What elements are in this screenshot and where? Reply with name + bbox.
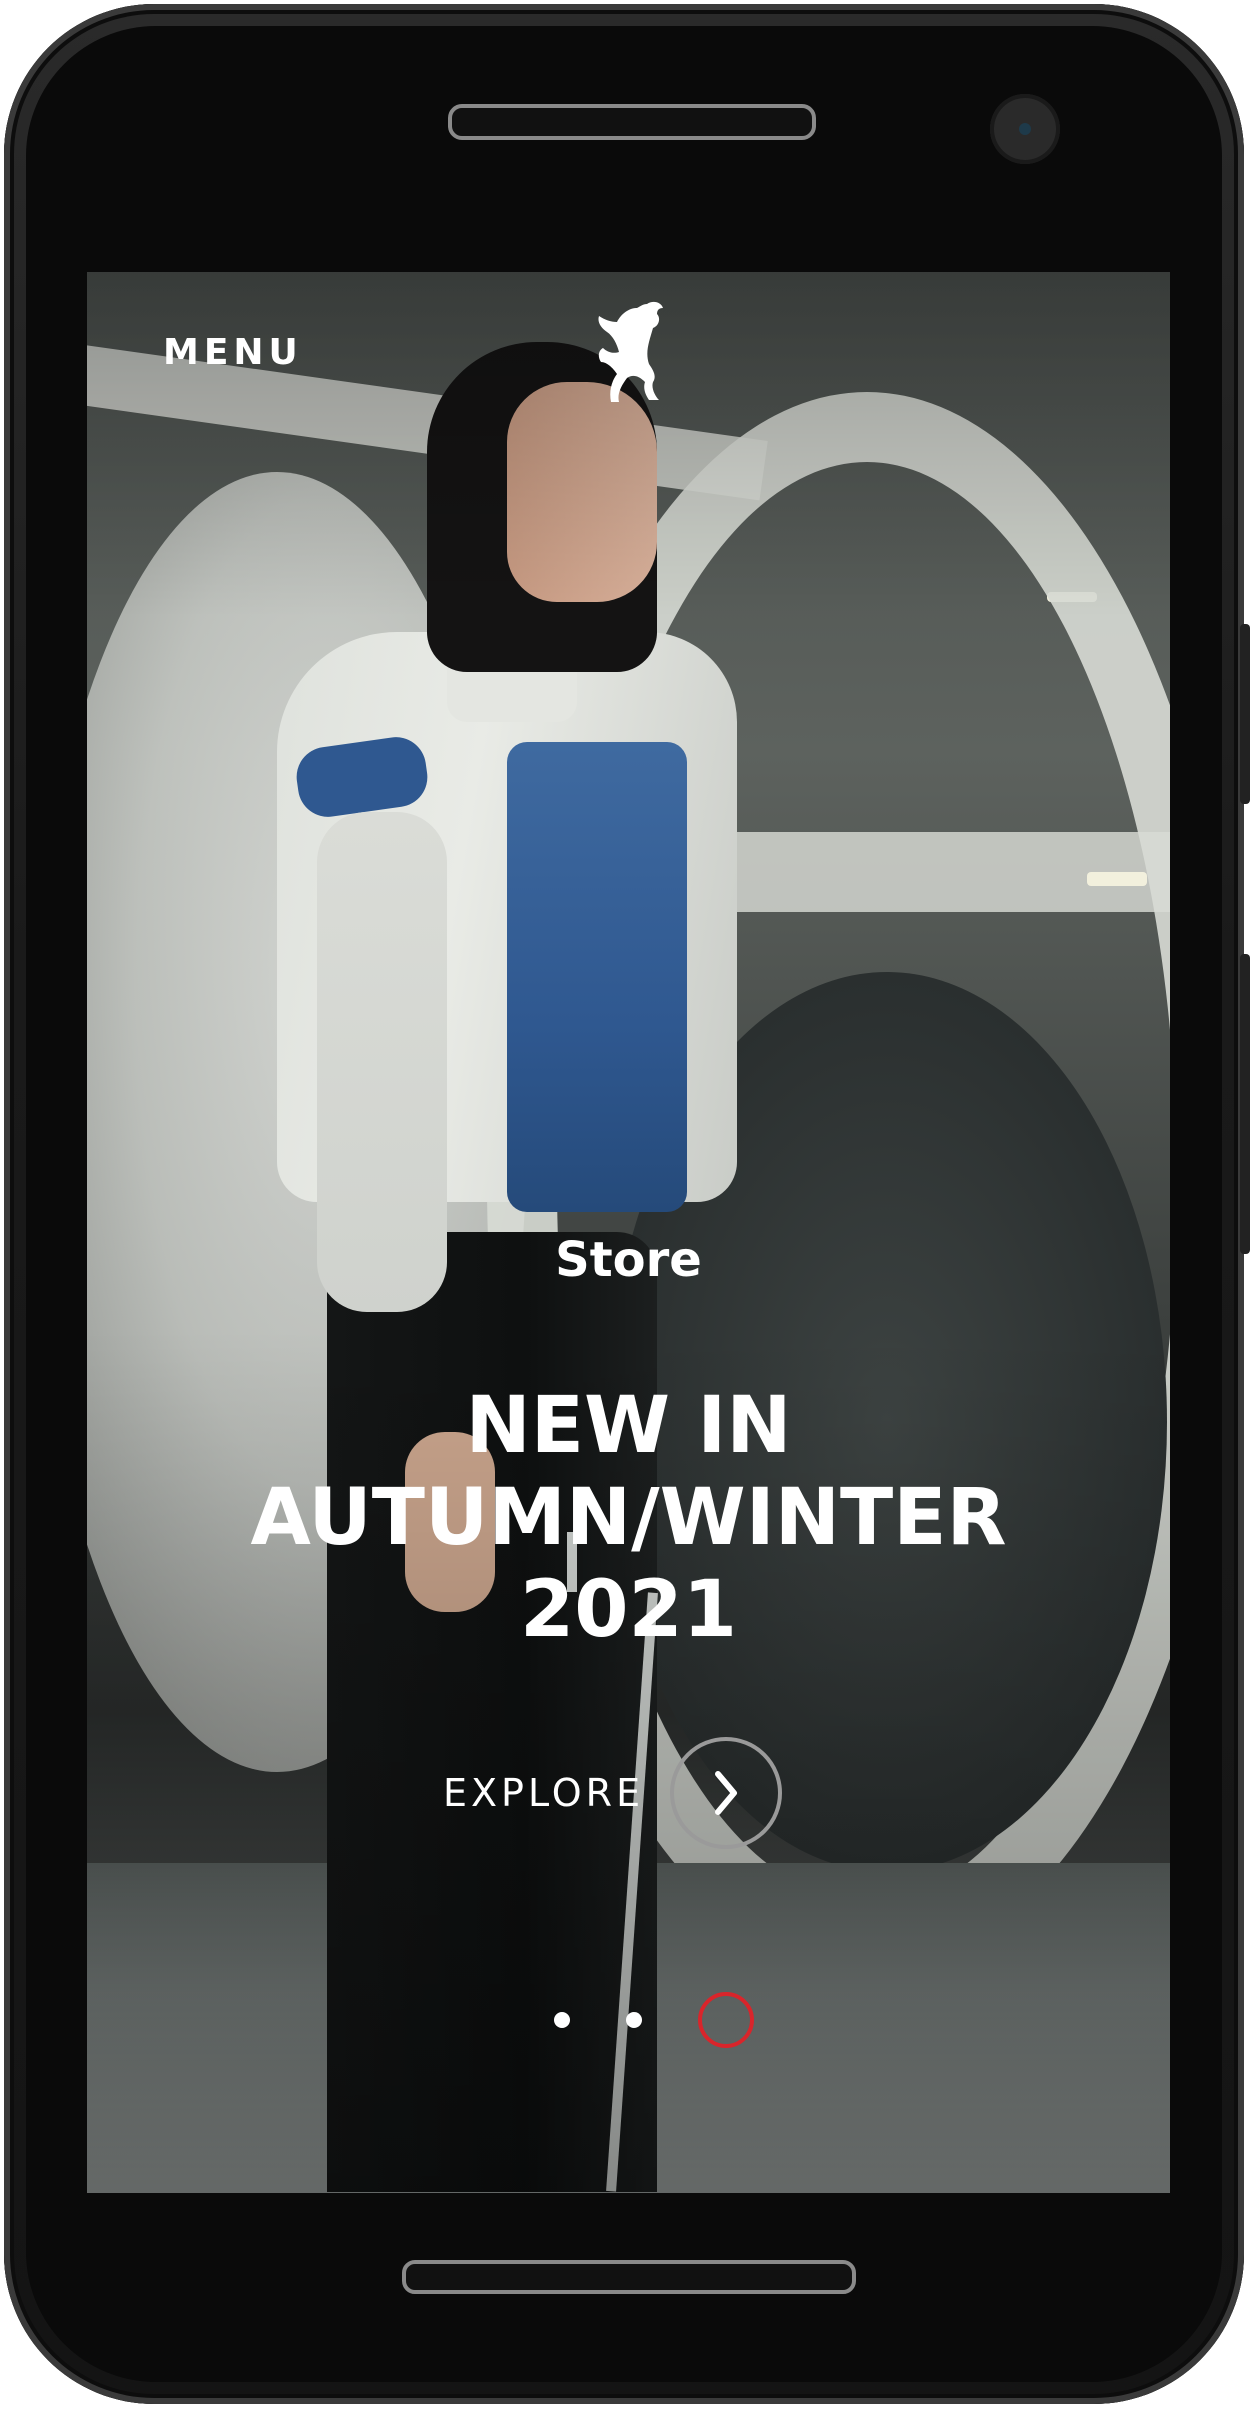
prancing-horse-icon[interactable] [587, 296, 671, 406]
carousel-dot[interactable] [625, 2012, 642, 2028]
phone-side-button [1240, 624, 1250, 804]
chevron-right-icon [715, 1771, 738, 1815]
headline-line: 2021 [519, 1565, 738, 1655]
front-camera-icon [990, 94, 1060, 164]
hero-headline: NEW IN AUTUMN/WINTER 2021 [117, 1380, 1140, 1656]
carousel-pagination [87, 1990, 1170, 2050]
carousel-dot-active[interactable] [697, 1992, 754, 2048]
phone-volume-button [1240, 954, 1250, 1254]
explore-cta[interactable]: EXPLORE [443, 1734, 783, 1852]
headline-line: AUTUMN/WINTER [250, 1473, 1007, 1563]
menu-button[interactable]: MENU [163, 332, 303, 373]
carousel-dot[interactable] [553, 2012, 570, 2028]
phone-speaker [448, 104, 816, 140]
headline-line: NEW IN [465, 1381, 792, 1471]
explore-label[interactable]: EXPLORE [443, 1771, 644, 1815]
app-screen: MENU Store NEW IN AUTUMN/WINTER 2021 EXP… [87, 272, 1170, 2193]
home-indicator[interactable] [402, 2260, 856, 2294]
section-kicker: Store [555, 1232, 702, 1288]
explore-arrow-button[interactable] [670, 1737, 783, 1849]
